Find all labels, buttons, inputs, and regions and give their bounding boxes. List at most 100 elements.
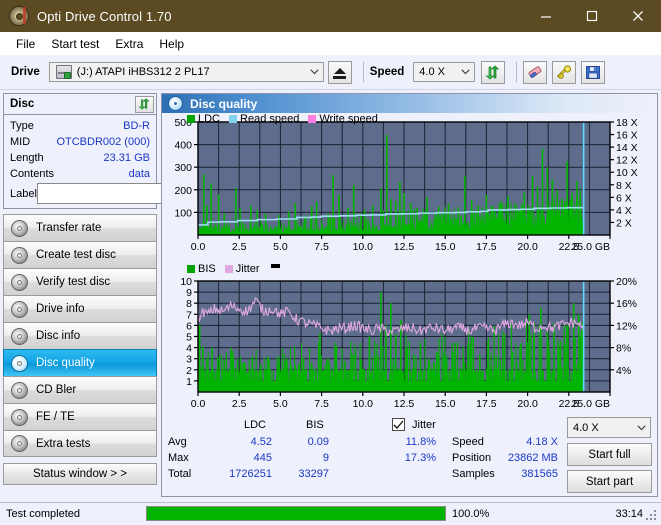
svg-text:17.5: 17.5: [476, 241, 497, 253]
svg-text:10: 10: [180, 276, 192, 288]
disc-icon: [11, 300, 28, 318]
svg-text:16 X: 16 X: [616, 130, 638, 142]
svg-text:200: 200: [174, 185, 192, 197]
disc-row-type-value: BD-R: [123, 120, 150, 132]
legend-jitter: Jitter: [224, 263, 260, 275]
sidebar-item-disc-info[interactable]: Disc info: [3, 322, 157, 349]
svg-text:0.0: 0.0: [191, 241, 206, 253]
start-full-button[interactable]: Start full: [567, 443, 652, 466]
svg-text:5: 5: [186, 332, 192, 344]
wrench-icon: [557, 64, 572, 79]
sidebar-item-cd-bler[interactable]: CD Bler: [3, 376, 157, 403]
refresh-icon: [138, 98, 150, 110]
disc-icon: [11, 246, 28, 264]
disc-row-length: Length 23.31 GB: [10, 150, 150, 166]
refresh-button[interactable]: [481, 60, 506, 84]
legend-label-jitter: Jitter: [235, 263, 260, 275]
ldc-chart-legend: LDC Read speed Write speed: [187, 113, 384, 125]
disc-icon: [11, 273, 28, 291]
test-speed-select[interactable]: 4.0 X: [567, 417, 651, 438]
disc-icon: [11, 408, 28, 426]
progress-percent: 100.0%: [452, 507, 490, 520]
disc-row-contents: Contents data: [10, 166, 150, 182]
svg-text:4: 4: [186, 343, 192, 355]
disc-row-type: Type BD-R: [10, 118, 150, 134]
legend-read-speed: Read speed: [229, 113, 299, 125]
save-button[interactable]: [581, 60, 606, 84]
disc-row-type-label: Type: [10, 120, 34, 132]
menu-help[interactable]: Help: [151, 34, 192, 54]
svg-text:5.0: 5.0: [273, 398, 288, 410]
speed-select-value: 4.0 X: [419, 66, 445, 78]
legend-label-read-speed: Read speed: [240, 113, 300, 125]
svg-text:15.0: 15.0: [435, 398, 456, 410]
bis-chart-canvas: 12345678910 4% 8% 12% 16% 20% 0.0 2.5 5.0 7.5 10.0…: [180, 276, 637, 410]
disc-row-contents-label: Contents: [10, 168, 55, 180]
disc-quality-header: Disc quality: [162, 94, 657, 113]
scan-marker-icon: [270, 263, 280, 268]
nav-list: Transfer rate Create test disc Verify te…: [3, 214, 157, 457]
start-part-button[interactable]: Start part: [567, 470, 652, 493]
title-bar: Opti Drive Control 1.70: [0, 0, 661, 32]
drive-select[interactable]: (J:) ATAPI iHBS312 2 PL17: [48, 62, 324, 82]
disc-panel: Disc Type BD-R MID OTCBDR002 (000) Lengt…: [3, 93, 242, 209]
stats-row-avg-ldc: 4.52: [250, 436, 272, 448]
legend-ldc: LDC: [187, 113, 220, 125]
svg-text:7.5: 7.5: [314, 241, 329, 253]
speed-label: Speed: [369, 66, 405, 78]
jitter-checkbox[interactable]: [392, 418, 405, 431]
stats-col-bis: BIS: [306, 419, 324, 431]
svg-text:2.5: 2.5: [232, 241, 247, 253]
speed-stat-value: 4.18 X: [526, 436, 558, 448]
sidebar-item-label: Drive info: [36, 303, 85, 315]
maximize-button[interactable]: [569, 0, 615, 32]
speed-select[interactable]: 4.0 X: [413, 62, 476, 82]
resize-grip[interactable]: [646, 510, 658, 522]
menu-start-test[interactable]: Start test: [43, 34, 107, 54]
minimize-button[interactable]: [523, 0, 569, 32]
check-icon: [393, 420, 404, 429]
disc-icon: [11, 435, 28, 452]
eject-button[interactable]: [327, 60, 352, 84]
menu-extra[interactable]: Extra: [107, 34, 151, 54]
erase-button[interactable]: [523, 60, 548, 84]
sidebar-item-drive-info[interactable]: Drive info: [3, 295, 157, 322]
sidebar-item-extra-tests[interactable]: Extra tests: [3, 430, 157, 457]
disc-row-mid-value: OTCBDR002 (000): [56, 136, 150, 148]
status-window-button[interactable]: Status window > >: [3, 463, 157, 485]
sidebar-item-label: CD Bler: [36, 384, 77, 396]
disc-row-contents-value: data: [128, 168, 150, 180]
window-controls: [523, 0, 661, 32]
sidebar-item-verify-test-disc[interactable]: Verify test disc: [3, 268, 157, 295]
progress-bar: [146, 506, 446, 521]
svg-text:17.5: 17.5: [476, 398, 497, 410]
legend-swatch-ldc: [187, 115, 195, 123]
position-stat-value: 23862 MB: [507, 452, 558, 464]
svg-text:7.5: 7.5: [314, 398, 329, 410]
svg-text:12 X: 12 X: [616, 155, 638, 167]
sidebar-item-create-test-disc[interactable]: Create test disc: [3, 241, 157, 268]
sidebar-item-disc-quality[interactable]: Disc quality: [3, 349, 157, 376]
sidebar-item-label: Extra tests: [36, 437, 91, 450]
sidebar-item-fe-te[interactable]: FE / TE: [3, 403, 157, 430]
eraser-icon: [528, 65, 542, 78]
drive-label: Drive: [11, 66, 40, 78]
app-disc-icon: [9, 6, 29, 26]
toolbar-divider-1: [362, 62, 364, 82]
sidebar-item-label: Transfer rate: [36, 222, 102, 234]
close-button[interactable]: [615, 0, 661, 32]
svg-text:20.0: 20.0: [517, 398, 538, 410]
tools-button[interactable]: [552, 60, 577, 84]
speed-stat-label: Speed: [452, 436, 484, 448]
legend-label-ldc: LDC: [198, 113, 221, 125]
legend-write-speed: Write speed: [308, 113, 378, 125]
svg-text:4 X: 4 X: [616, 205, 632, 217]
sidebar-item-transfer-rate[interactable]: Transfer rate: [3, 214, 157, 241]
disc-refresh-button[interactable]: [135, 95, 154, 113]
menu-file[interactable]: File: [8, 34, 43, 54]
legend-swatch-write-speed: [308, 115, 317, 123]
page-title: Disc quality: [190, 96, 258, 111]
svg-text:8: 8: [186, 298, 192, 310]
svg-text:16%: 16%: [616, 298, 637, 310]
svg-text:20%: 20%: [616, 276, 637, 288]
